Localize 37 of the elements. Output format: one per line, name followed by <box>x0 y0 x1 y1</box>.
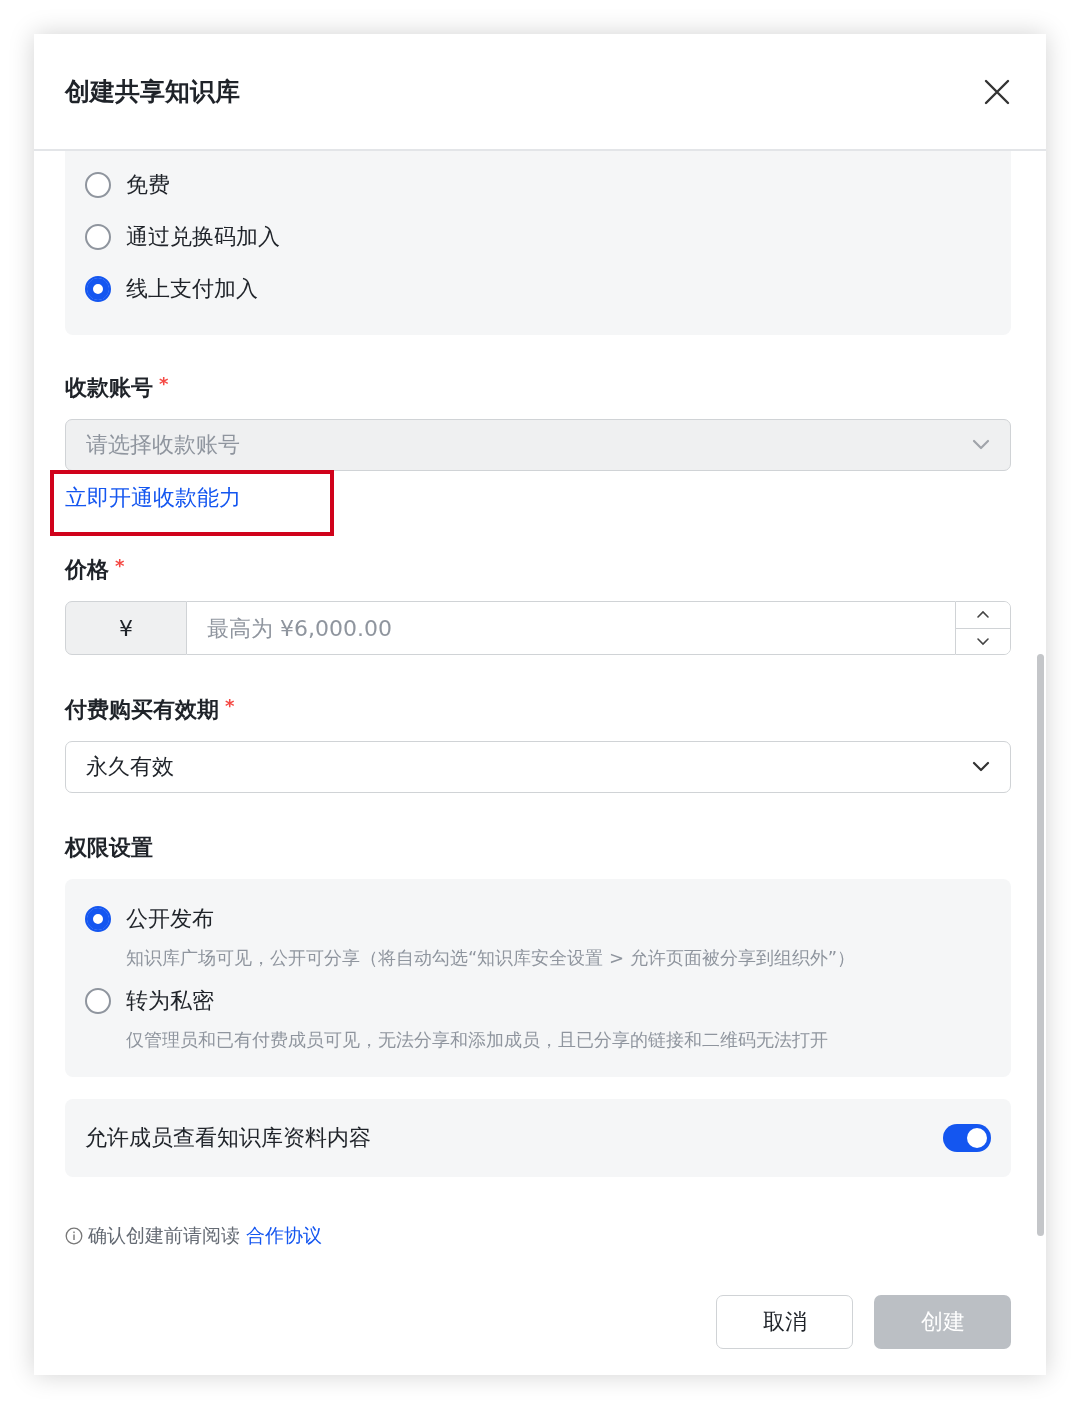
radio-button[interactable] <box>85 276 111 302</box>
option-label[interactable]: 线上支付加入 <box>126 274 258 304</box>
dialog-title: 创建共享知识库 <box>65 76 240 108</box>
option-label[interactable]: 通过兑换码加入 <box>126 222 280 252</box>
info-icon <box>65 1227 83 1245</box>
radio-button[interactable] <box>85 224 111 250</box>
option-description: 仅管理员和已有付费成员可见，无法分享和添加成员，且已分享的链接和二维码无法打开 <box>126 1028 829 1052</box>
field-label: 付费购买有效期 <box>65 696 219 724</box>
field-label: 权限设置 <box>65 834 153 862</box>
currency-prefix: ¥ <box>65 601 187 655</box>
price-input[interactable]: 最高为 ¥6,000.00 <box>187 601 955 655</box>
chevron-down-icon <box>972 439 990 451</box>
setting-label: 允许成员查看知识库资料内容 <box>85 1124 371 1152</box>
scrollbar[interactable] <box>1037 654 1044 1236</box>
close-button[interactable] <box>984 78 1010 105</box>
close-icon <box>984 78 1010 105</box>
option-description: 知识库广场可见，公开可分享（将自动勾选“知识库安全设置 > 允许页面被分享到组织外”） <box>126 946 857 970</box>
chevron-down-icon <box>976 636 990 646</box>
notice-text: 确认创建前请阅读 <box>88 1223 240 1248</box>
option-label[interactable]: 免费 <box>126 170 170 200</box>
toggle-switch[interactable] <box>943 1124 991 1152</box>
radio-button[interactable] <box>85 988 111 1014</box>
radio-button[interactable] <box>85 172 111 198</box>
agreement-link[interactable]: 合作协议 <box>246 1223 322 1249</box>
field-label: 价格 <box>65 556 109 584</box>
validity-select[interactable]: 永久有效 <box>65 741 1011 793</box>
decrement-button[interactable] <box>956 627 1010 654</box>
required-mark: * <box>225 695 235 716</box>
field-label: 收款账号 <box>65 374 153 402</box>
required-mark: * <box>159 373 169 394</box>
chevron-down-icon <box>972 761 990 773</box>
chevron-up-icon <box>976 610 990 620</box>
cancel-button[interactable]: 取消 <box>716 1295 853 1349</box>
required-mark: * <box>115 555 125 576</box>
radio-button[interactable] <box>85 906 111 932</box>
option-label[interactable]: 公开发布 <box>126 904 214 934</box>
option-label[interactable]: 转为私密 <box>126 986 214 1016</box>
